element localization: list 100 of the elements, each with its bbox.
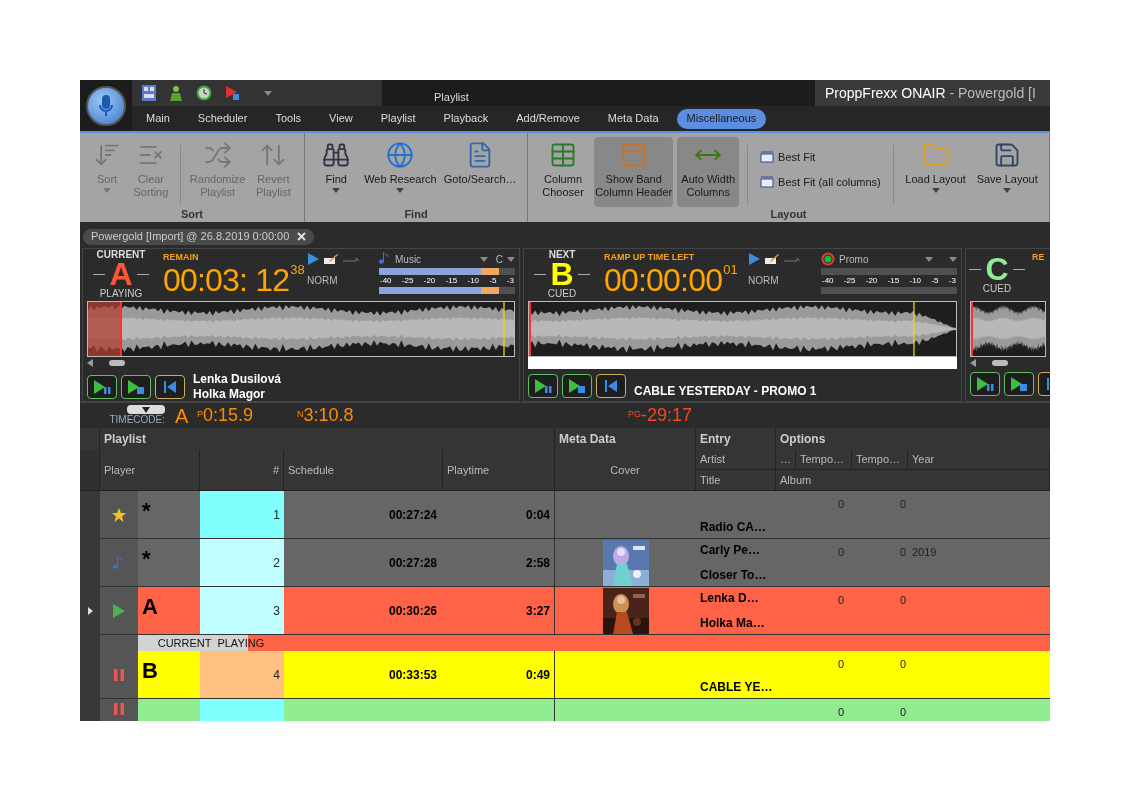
meter-scale-label: -20 xyxy=(865,276,878,286)
time-display: 00:03: 12 xyxy=(163,263,290,297)
play-icon xyxy=(307,253,319,265)
timecode-label: TIMECODE: xyxy=(109,414,165,426)
meter-scale-label: -40 xyxy=(380,276,392,286)
deck-letter: B xyxy=(550,260,574,288)
grid-icon[interactable] xyxy=(142,85,156,101)
ribbon-group-label: Find xyxy=(403,207,429,222)
column-header[interactable]: Year xyxy=(908,450,1050,470)
tempo-cell: 0 xyxy=(852,491,908,539)
play-pause-button[interactable] xyxy=(970,372,1000,396)
caret-icon xyxy=(507,256,515,262)
scrollbar-thumb[interactable] xyxy=(992,360,1008,366)
meter-scale-label: -25 xyxy=(401,276,414,286)
column-header[interactable]: Tempo… xyxy=(852,450,908,470)
deck-state: CUED xyxy=(547,288,577,300)
time-fraction: 01 xyxy=(723,263,738,277)
scrollbar-thumb[interactable] xyxy=(109,360,125,366)
deck-state: CUED xyxy=(982,283,1012,295)
meter-scale-label: -3 xyxy=(506,276,514,286)
timecode-toggle[interactable] xyxy=(127,405,165,414)
title-text: CABLE YE… xyxy=(700,679,772,695)
ribbon-small-button[interactable]: Best Fit xyxy=(760,149,881,166)
deck-letter: A xyxy=(109,260,133,288)
schedule-cell: 00:30:26 xyxy=(284,587,443,635)
deck-title: Holka Magor xyxy=(193,387,266,401)
time-display: 00:00:00 xyxy=(604,263,723,297)
play-pause-button[interactable] xyxy=(528,373,558,398)
ribbon-small-button[interactable]: Best Fit (all columns) xyxy=(760,173,881,190)
pencil-icon xyxy=(323,253,339,265)
ribbon-tab[interactable]: Add/Remove xyxy=(506,108,590,129)
app-menu-button[interactable] xyxy=(86,85,126,126)
play-stop-icon xyxy=(1009,376,1029,392)
play-stop-icon xyxy=(567,377,587,394)
cue-start-button[interactable] xyxy=(596,373,626,398)
ribbon-button[interactable]: Show Band Column Header xyxy=(594,137,674,207)
number-cell: 3 xyxy=(200,587,284,635)
tempo-cell: 0 xyxy=(796,539,852,587)
time-label: RE xyxy=(1032,251,1046,263)
player-cell: * xyxy=(138,539,200,587)
ribbon-tab[interactable]: Playback xyxy=(433,108,499,129)
ribbon-tab[interactable]: Meta Data xyxy=(597,108,669,129)
deck-state: PLAYING xyxy=(99,288,143,300)
column-header[interactable]: … xyxy=(776,450,796,470)
pause-icon xyxy=(113,703,125,715)
ribbon-button[interactable]: Column Chooser xyxy=(536,137,591,207)
flag-icon[interactable] xyxy=(224,85,240,101)
ribbon-button[interactable]: Find xyxy=(313,137,360,207)
meter-scale-label: -5 xyxy=(489,276,497,286)
playtime-cell: 2:58 xyxy=(443,539,555,587)
deck-caption: NEXT xyxy=(548,249,576,260)
refresh-icon[interactable] xyxy=(196,85,212,101)
cue-start-button[interactable] xyxy=(155,375,185,399)
play-pause-button[interactable] xyxy=(87,375,117,399)
ribbon-button[interactable]: Load Layout xyxy=(901,137,970,207)
close-icon[interactable] xyxy=(297,232,307,241)
row-header[interactable] xyxy=(80,587,100,635)
ribbon-tab[interactable]: Main xyxy=(136,108,180,129)
play-stop-button[interactable] xyxy=(562,373,592,398)
column-header[interactable]: Artist xyxy=(696,450,776,470)
ribbon-tab[interactable]: Playlist xyxy=(370,108,426,129)
play-stop-button[interactable] xyxy=(121,375,151,399)
deck-letter: C xyxy=(985,255,1009,283)
tempo-cell: 0 xyxy=(852,651,908,699)
ribbon-tab[interactable]: Tools xyxy=(265,108,312,129)
ribbon-button[interactable]: Save Layout xyxy=(973,137,1041,207)
mode-label: NORM xyxy=(307,274,339,288)
category-label: Promo xyxy=(839,252,869,267)
left-arrow-icon[interactable] xyxy=(970,359,976,367)
tempo-cell: 0 xyxy=(852,699,908,721)
play-pause-icon xyxy=(975,376,995,392)
globe-icon xyxy=(386,141,415,169)
person-icon[interactable] xyxy=(168,85,184,101)
column-header[interactable]: Tempo… xyxy=(796,450,852,470)
caret-icon xyxy=(479,256,488,262)
tempo-cell: 0 xyxy=(852,539,908,587)
ribbon-tab[interactable]: Miscellaneous xyxy=(676,108,767,129)
artist-text: Carly Pe… xyxy=(700,542,762,558)
ribbon-group-label: Layout xyxy=(769,207,808,222)
ribbon-group-label: Sort xyxy=(180,207,204,222)
schedule-cell: 00:33:53 xyxy=(284,651,443,699)
ribbon-button[interactable]: Goto/Search… xyxy=(441,137,519,207)
deck-title: CABLE YESTERDAY - PROMO 1 xyxy=(634,384,817,399)
star-icon xyxy=(111,506,127,523)
title-text: Closer To… xyxy=(700,567,768,583)
timecode-player: A xyxy=(175,403,190,429)
play-stop-button[interactable] xyxy=(1004,372,1034,396)
row-pointer-icon xyxy=(87,606,93,615)
tempo-cell: 0 xyxy=(796,699,852,721)
ribbon-button[interactable]: Web Research xyxy=(363,137,438,207)
left-arrow-icon[interactable] xyxy=(87,359,93,367)
caret-icon xyxy=(1003,188,1012,193)
ribbon-tab[interactable]: View xyxy=(319,108,363,129)
meter-mark: C xyxy=(495,252,503,267)
caret-icon xyxy=(103,188,112,193)
ribbon-tab[interactable]: Scheduler xyxy=(187,108,258,129)
ribbon-button[interactable]: Auto Width Columns xyxy=(677,137,740,207)
document-tab[interactable]: Powergold [Import] @ 26.8.2019 0:00:00 xyxy=(83,228,315,245)
year-cell: 2019 xyxy=(908,539,1050,587)
playtime-cell: 0:49 xyxy=(443,651,555,699)
